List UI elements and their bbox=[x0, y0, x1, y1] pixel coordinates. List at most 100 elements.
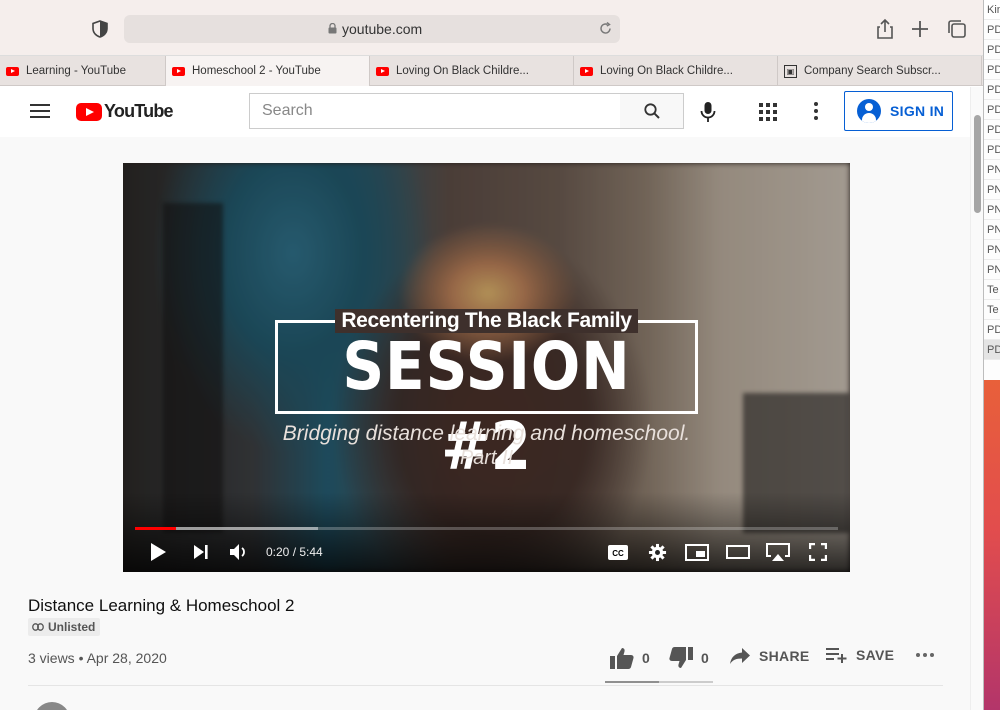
more-horiz-icon bbox=[916, 653, 934, 657]
unlisted-badge: Unlisted bbox=[28, 618, 101, 636]
share-button[interactable]: SHARE bbox=[729, 647, 810, 665]
browser-tab-label: Company Search Subscr... bbox=[804, 65, 941, 77]
background-list-item: PD bbox=[983, 320, 1000, 340]
divider bbox=[28, 685, 943, 686]
overlay-subtitle: Bridging distance learning and homeschoo… bbox=[282, 422, 691, 445]
apps-grid-icon[interactable] bbox=[759, 103, 777, 121]
like-count: 0 bbox=[642, 650, 651, 666]
like-button[interactable]: 0 bbox=[610, 647, 650, 669]
page-scrollbar[interactable] bbox=[970, 87, 983, 710]
channel-avatar[interactable] bbox=[34, 702, 70, 710]
background-list-item: PD bbox=[983, 80, 1000, 100]
share-page-icon[interactable] bbox=[874, 18, 896, 40]
play-icon bbox=[151, 543, 166, 561]
menu-icon[interactable] bbox=[30, 104, 50, 118]
tab-bar: Learning - YouTube Homeschool 2 - YouTube… bbox=[0, 56, 983, 86]
background-list-item: PD bbox=[983, 140, 1000, 160]
url-text: youtube.com bbox=[342, 21, 423, 37]
airplay-button[interactable] bbox=[765, 541, 791, 563]
youtube-icon bbox=[6, 66, 19, 76]
privacy-shield-icon[interactable] bbox=[92, 20, 108, 38]
video-player[interactable]: Recentering The Black Family SESSION #2 … bbox=[123, 163, 850, 572]
browser-toolbar: youtube.com bbox=[0, 0, 983, 56]
more-vert-icon[interactable] bbox=[813, 101, 819, 121]
views-and-date: 3 views • Apr 28, 2020 bbox=[28, 650, 167, 666]
background-wallpaper bbox=[983, 380, 1000, 710]
captions-button[interactable]: CC bbox=[608, 541, 628, 563]
volume-icon bbox=[230, 544, 245, 560]
miniplayer-icon bbox=[685, 543, 709, 561]
background-list-item: PD bbox=[983, 40, 1000, 60]
background-list-item: PN bbox=[983, 260, 1000, 280]
browser-tab[interactable]: Loving On Black Childre... bbox=[370, 56, 574, 86]
share-arrow-icon bbox=[730, 648, 750, 664]
browser-tab[interactable]: Loving On Black Childre... bbox=[574, 56, 778, 86]
browser-tab[interactable]: Homeschool 2 - YouTube bbox=[166, 56, 370, 86]
browser-tab-label: Homeschool 2 - YouTube bbox=[192, 65, 321, 77]
search-input[interactable] bbox=[249, 93, 621, 129]
next-button[interactable] bbox=[193, 541, 209, 563]
sign-in-label: SIGN IN bbox=[890, 103, 945, 119]
tab-overview-icon[interactable] bbox=[946, 18, 968, 40]
background-list-item: PD bbox=[983, 100, 1000, 120]
background-list-item: PD bbox=[983, 120, 1000, 140]
youtube-logo-text: YouTube bbox=[104, 101, 174, 121]
dislike-count: 0 bbox=[701, 650, 710, 666]
dislike-button[interactable]: 0 bbox=[669, 647, 709, 669]
more-actions-button[interactable] bbox=[915, 652, 943, 658]
browser-tab[interactable]: ▣ Company Search Subscr... bbox=[778, 56, 982, 86]
microphone-icon[interactable] bbox=[698, 101, 718, 123]
svg-text:CC: CC bbox=[612, 549, 624, 558]
captions-icon: CC bbox=[608, 544, 628, 560]
mute-button[interactable] bbox=[229, 541, 247, 563]
video-title: Distance Learning & Homeschool 2 bbox=[28, 596, 295, 615]
share-label: SHARE bbox=[759, 648, 810, 664]
miniplayer-button[interactable] bbox=[685, 541, 709, 563]
background-list-item: Te bbox=[983, 280, 1000, 300]
sign-in-button[interactable]: SIGN IN bbox=[844, 91, 953, 131]
search-button[interactable] bbox=[620, 93, 684, 129]
fullscreen-icon bbox=[809, 543, 827, 561]
theater-mode-button[interactable] bbox=[726, 541, 750, 563]
background-list-item: PD bbox=[983, 20, 1000, 40]
browser-tab[interactable]: Learning - YouTube bbox=[0, 56, 166, 86]
link-icon bbox=[32, 623, 44, 631]
search-icon bbox=[643, 103, 660, 119]
next-icon bbox=[194, 545, 208, 559]
youtube-play-icon bbox=[76, 102, 102, 121]
browser-tab-label: Learning - YouTube bbox=[26, 65, 126, 77]
browser-tab-label: Loving On Black Childre... bbox=[600, 65, 733, 77]
background-list-item: Kin bbox=[983, 0, 1000, 20]
background-list-item: PN bbox=[983, 200, 1000, 220]
gear-icon bbox=[648, 543, 667, 561]
save-button[interactable]: SAVE bbox=[826, 647, 894, 663]
fullscreen-button[interactable] bbox=[809, 541, 827, 563]
background-list-item: PN bbox=[983, 220, 1000, 240]
settings-button[interactable] bbox=[648, 541, 667, 563]
youtube-icon bbox=[376, 66, 389, 76]
thumbs-up-icon bbox=[610, 648, 634, 669]
time-display: 0:20 / 5:44 bbox=[266, 545, 323, 559]
background-list-item: PD bbox=[983, 60, 1000, 80]
youtube-icon bbox=[580, 66, 593, 76]
sentiment-bar bbox=[605, 681, 713, 683]
background-list-item: Te bbox=[983, 300, 1000, 320]
unlisted-label: Unlisted bbox=[48, 620, 96, 634]
background-list-item: PN bbox=[983, 240, 1000, 260]
reload-icon[interactable] bbox=[599, 22, 612, 35]
scrollbar-thumb[interactable] bbox=[974, 115, 981, 213]
save-label: SAVE bbox=[856, 647, 895, 663]
background-list-item: PN bbox=[983, 180, 1000, 200]
address-bar[interactable]: youtube.com bbox=[124, 15, 620, 43]
progress-bar[interactable] bbox=[135, 527, 838, 530]
account-icon bbox=[857, 99, 881, 123]
youtube-logo[interactable]: YouTube bbox=[76, 101, 174, 122]
play-button[interactable] bbox=[149, 541, 167, 563]
new-tab-icon[interactable] bbox=[909, 18, 931, 40]
played-bar bbox=[135, 527, 176, 530]
background-list-item: PN bbox=[983, 160, 1000, 180]
browser-tab-label: Loving On Black Childre... bbox=[396, 65, 529, 77]
thumbs-down-icon bbox=[669, 647, 693, 668]
youtube-header: YouTube SIGN IN bbox=[0, 87, 970, 137]
airplay-icon bbox=[766, 543, 790, 561]
